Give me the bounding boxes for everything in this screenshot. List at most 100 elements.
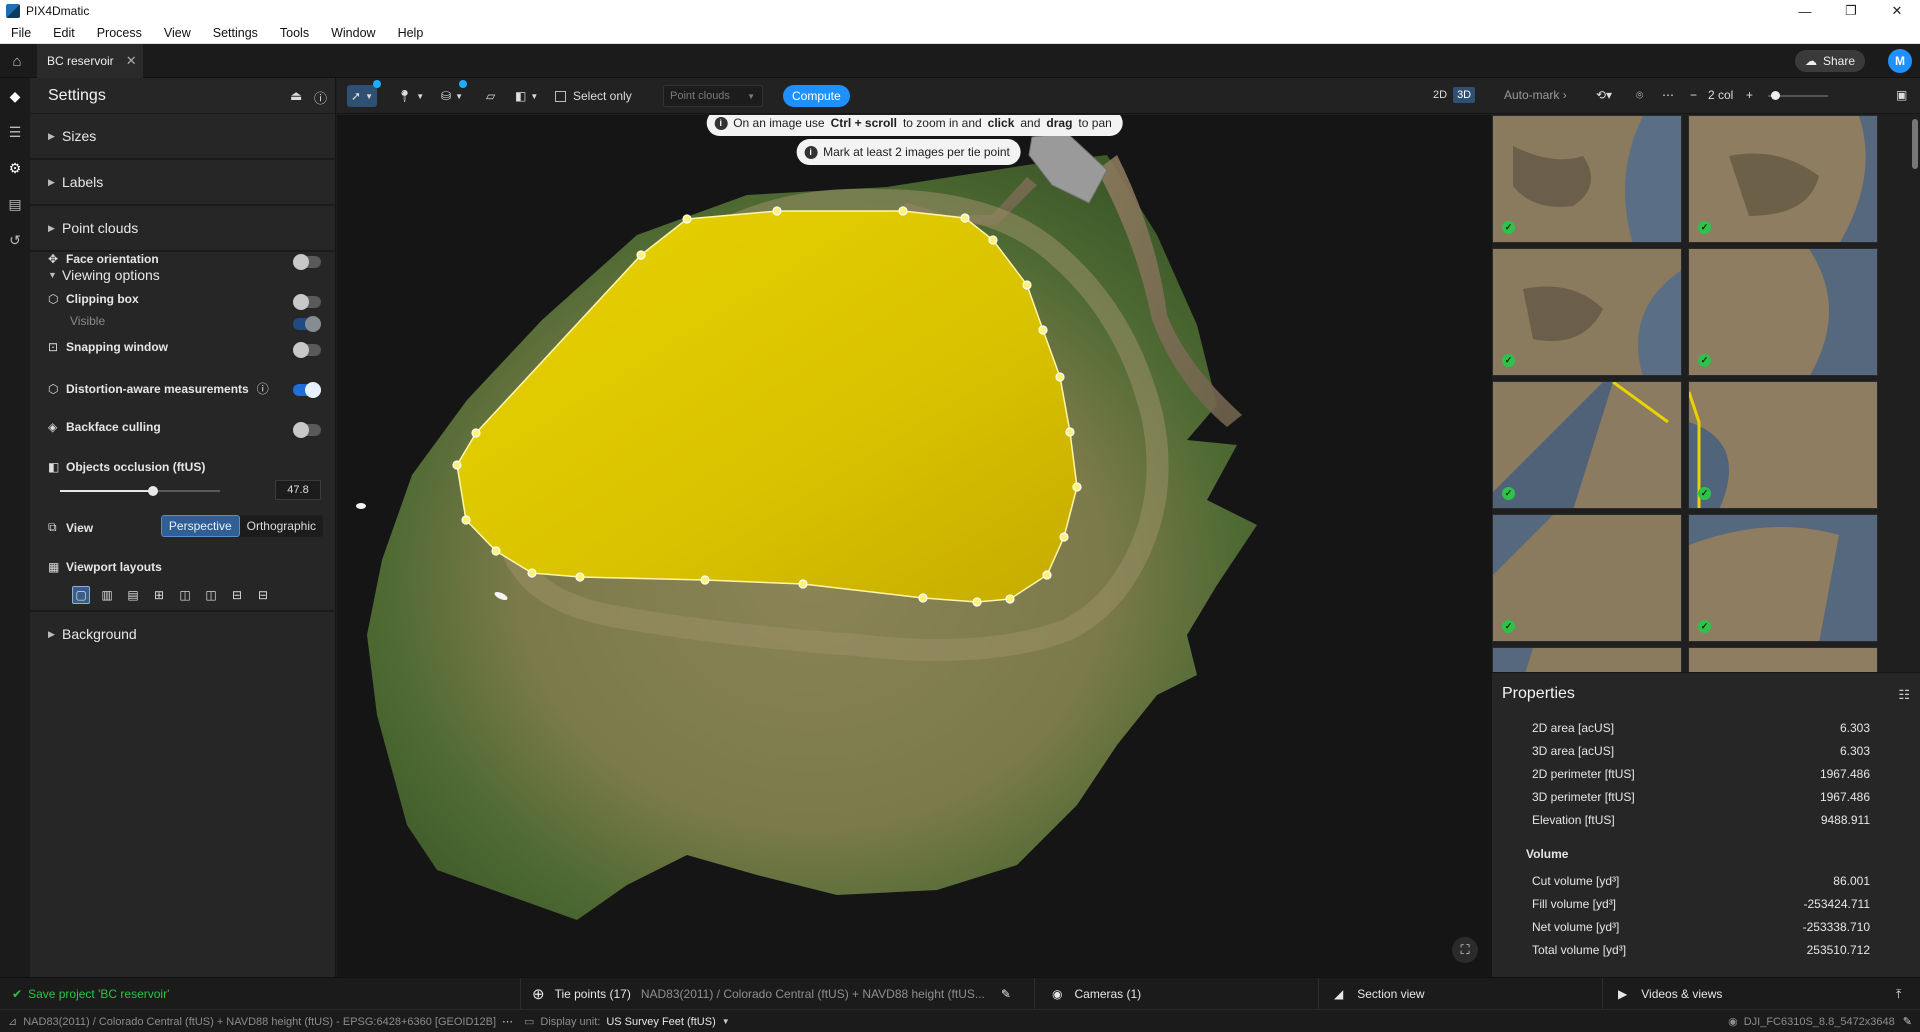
crs-status[interactable]: ⊿ NAD83(2011) / Colorado Central (ftUS) … — [8, 1010, 513, 1032]
menu-settings[interactable]: Settings — [202, 26, 269, 40]
occlusion-slider[interactable] — [60, 486, 220, 496]
annotation-tool-button[interactable]: ⛁ ▼ — [441, 80, 467, 107]
polygon-vertex[interactable] — [700, 575, 710, 585]
layout-two-vertical-icon[interactable]: ▥ — [98, 586, 116, 604]
list-settings-icon[interactable]: ☷ — [1898, 687, 1910, 703]
cameras-tab[interactable]: ◉ Cameras (1) — [1052, 978, 1141, 1010]
select-only-checkbox[interactable]: Select only — [555, 85, 632, 107]
menu-view[interactable]: View — [153, 26, 202, 40]
layout-three-top-icon[interactable]: ⊟ — [228, 586, 246, 604]
polygon-vertex[interactable] — [527, 568, 537, 578]
project-tab[interactable]: BC reservoir ✕ — [37, 44, 143, 78]
display-unit[interactable]: ▭ Display unit: US Survey Feet (ftUS) ▼ — [524, 1010, 730, 1032]
info-icon[interactable]: ⓘ — [257, 380, 269, 397]
polygon-vertex[interactable] — [988, 235, 998, 245]
compute-button[interactable]: Compute — [783, 85, 850, 107]
mode-3d-button[interactable]: 3D — [1453, 87, 1476, 103]
polygon-vertex[interactable] — [1042, 570, 1052, 580]
polygon-vertex[interactable] — [682, 214, 692, 224]
image-thumbnail[interactable] — [1688, 647, 1878, 672]
image-thumbnail[interactable]: ✓ — [1492, 381, 1682, 509]
polygon-vertex[interactable] — [972, 597, 982, 607]
backface-culling-toggle[interactable] — [293, 422, 321, 438]
automark-button[interactable]: Auto-mark › — [1504, 88, 1567, 102]
layout-single-icon[interactable]: ▢ — [72, 586, 90, 604]
polygon-vertex[interactable] — [1022, 280, 1032, 290]
eject-icon[interactable]: ⏏ — [290, 88, 302, 104]
polygon-vertex[interactable] — [1065, 427, 1075, 437]
more-icon[interactable]: ⋯ — [502, 1015, 513, 1028]
polygon-vertex[interactable] — [1059, 532, 1069, 542]
sliders-icon[interactable]: ☰ — [0, 114, 30, 150]
close-window-button[interactable]: ✕ — [1874, 0, 1920, 22]
info-icon[interactable]: ⓘ — [314, 88, 327, 107]
reservoir-volume-polygon[interactable] — [456, 210, 1078, 603]
layout-three-left-icon[interactable]: ◫ — [176, 586, 194, 604]
layers-icon[interactable]: ◆ — [0, 78, 30, 114]
layout-three-bottom-icon[interactable]: ⊟ — [254, 586, 272, 604]
close-tab-icon[interactable]: ✕ — [126, 53, 137, 69]
clipping-box-toggle[interactable] — [293, 294, 321, 310]
image-thumbnail[interactable]: ✓ — [1492, 514, 1682, 642]
layout-quad-icon[interactable]: ⊞ — [150, 586, 168, 604]
section-view-tab[interactable]: ◢ Section view — [1334, 978, 1425, 1010]
section-point-clouds[interactable]: ▶ Point clouds — [30, 206, 335, 252]
polygon-vertex[interactable] — [461, 515, 471, 525]
polygon-vertex[interactable] — [452, 460, 462, 470]
polygon-vertex[interactable] — [772, 206, 782, 216]
image-thumbnail[interactable]: ✓ — [1688, 248, 1878, 376]
link-tool-icon[interactable]: ⟲▾ — [1596, 88, 1612, 102]
videos-views-tab[interactable]: ▶ Videos & views — [1618, 978, 1722, 1010]
polygon-vertex[interactable] — [1072, 482, 1082, 492]
point-clouds-dropdown[interactable]: Point clouds ▼ — [663, 85, 763, 107]
image-thumbnail[interactable]: ✓ — [1688, 115, 1878, 243]
pencil-icon[interactable]: ✎ — [1001, 987, 1011, 1001]
thumbnail-scrollbar[interactable] — [1912, 119, 1918, 169]
share-button[interactable]: ☁ Share — [1794, 50, 1865, 72]
image-thumbnail[interactable]: ✓ — [1688, 381, 1878, 509]
visible-toggle[interactable] — [293, 316, 321, 332]
polygon-vertex[interactable] — [898, 206, 908, 216]
layout-two-horizontal-icon[interactable]: ▤ — [124, 586, 142, 604]
polygon-vertex[interactable] — [1055, 372, 1065, 382]
mode-2d-button[interactable]: 2D — [1429, 87, 1451, 103]
collapse-panel-icon[interactable]: ⤒ — [1896, 978, 1901, 1010]
image-thumbnail[interactable]: ✓ — [1688, 514, 1878, 642]
pencil-icon[interactable]: ✎ — [1903, 1015, 1912, 1028]
thumbnail-size-handle[interactable] — [1771, 91, 1780, 100]
more-icon[interactable]: ⋯ — [1662, 88, 1674, 102]
polygon-vertex[interactable] — [636, 250, 646, 260]
orthographic-option[interactable]: Orthographic — [240, 515, 323, 537]
image-thumbnail[interactable]: ✓ — [1492, 115, 1682, 243]
3d-viewport[interactable]: i On an image use Ctrl + scroll to zoom … — [337, 115, 1492, 977]
fit-view-button[interactable]: ⛶ — [1452, 937, 1478, 963]
menu-tools[interactable]: Tools — [269, 26, 320, 40]
menu-process[interactable]: Process — [86, 26, 153, 40]
image-thumbnail[interactable] — [1492, 647, 1682, 672]
polygon-vertex[interactable] — [1005, 594, 1015, 604]
home-icon[interactable]: ⌂ — [0, 44, 34, 78]
occlusion-value-field[interactable]: 47.8 — [275, 480, 321, 500]
marker-tool-button[interactable]: 📍︎ ▼ — [397, 85, 424, 107]
maximize-button[interactable]: ❐ — [1828, 0, 1874, 22]
polygon-vertex[interactable] — [960, 213, 970, 223]
avatar[interactable]: M — [1888, 49, 1912, 73]
snapping-window-toggle[interactable] — [293, 342, 321, 358]
gear-icon[interactable]: ⚙ — [0, 150, 30, 186]
menu-file[interactable]: File — [0, 26, 42, 40]
menu-edit[interactable]: Edit — [42, 26, 86, 40]
polygon-vertex[interactable] — [798, 579, 808, 589]
perspective-option[interactable]: Perspective — [160, 515, 240, 537]
minimize-button[interactable]: — — [1782, 0, 1828, 22]
history-icon[interactable]: ↺ — [0, 222, 30, 258]
menu-help[interactable]: Help — [387, 26, 435, 40]
face-orientation-toggle[interactable] — [293, 254, 321, 270]
layout-three-right-icon[interactable]: ◫ — [202, 586, 220, 604]
gallery-icon[interactable]: ▣ — [1896, 88, 1907, 102]
polygon-vertex[interactable] — [575, 572, 585, 582]
polygon-tool-button[interactable]: ▱ — [486, 85, 495, 107]
split-view-button[interactable]: ◧ ▼ — [515, 85, 538, 107]
select-tool-button[interactable]: ➚ ▼ — [347, 80, 381, 107]
focus-icon[interactable]: ⌾ — [1636, 88, 1643, 103]
section-background[interactable]: ▶ Background — [30, 610, 336, 656]
